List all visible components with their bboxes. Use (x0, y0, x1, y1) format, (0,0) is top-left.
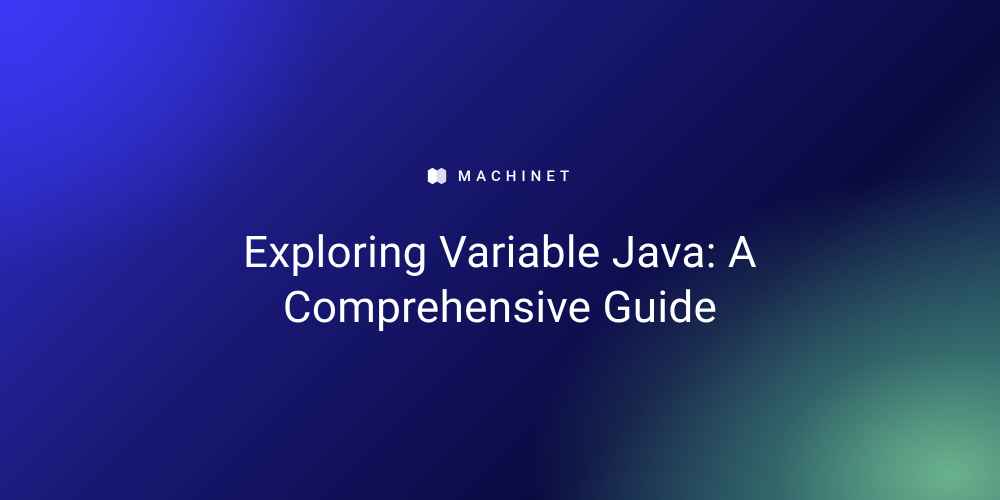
page-title: Exploring Variable Java: A Comprehensive… (140, 225, 860, 335)
brand-name-label: MACHINET (458, 167, 574, 185)
hero-banner: MACHINET Exploring Variable Java: A Comp… (0, 0, 1000, 500)
brand-logo-icon (426, 165, 448, 187)
brand-block: MACHINET (426, 165, 574, 187)
